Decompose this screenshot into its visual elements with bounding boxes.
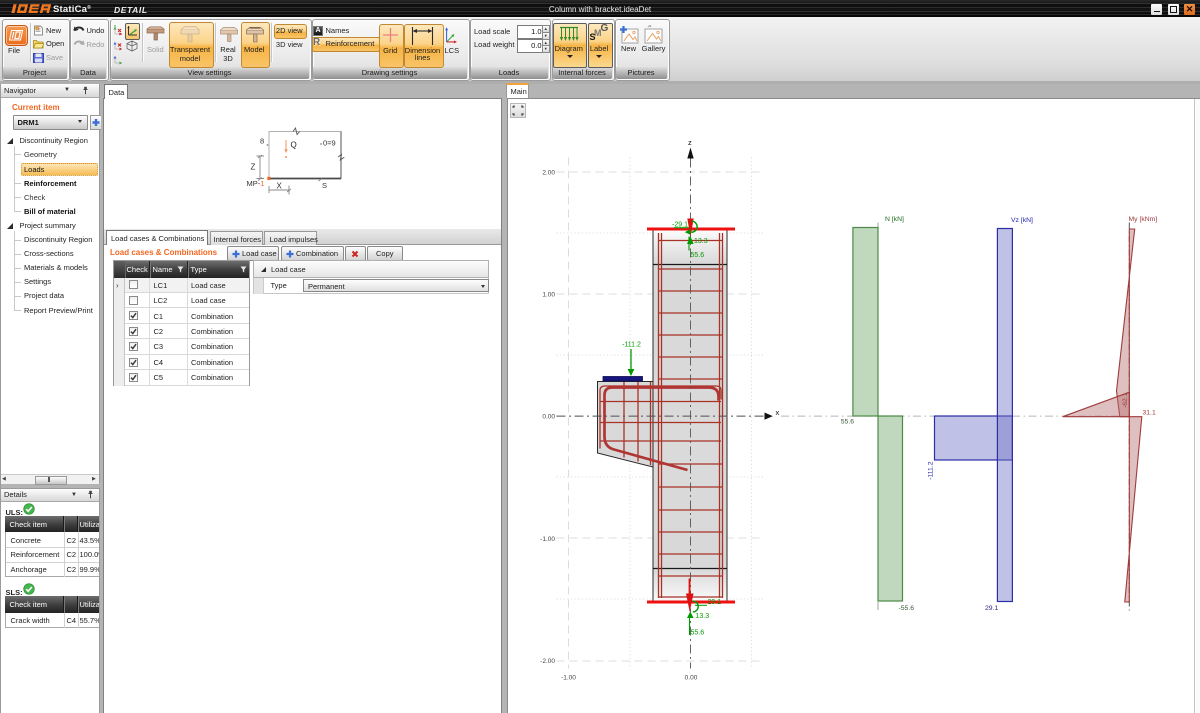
svg-text:x: x xyxy=(776,408,780,417)
svg-text:2.00: 2.00 xyxy=(542,169,555,176)
svg-text:My [kNm]: My [kNm] xyxy=(1129,216,1158,223)
svg-text:-55.6: -55.6 xyxy=(899,605,915,612)
svg-text:1.00: 1.00 xyxy=(542,291,555,298)
svg-text:55.6: 55.6 xyxy=(691,252,705,259)
svg-text:S: S xyxy=(322,181,327,190)
svg-text:-111.2: -111.2 xyxy=(928,461,935,479)
svg-text:29.1: 29.1 xyxy=(708,599,722,606)
svg-text:55.6: 55.6 xyxy=(691,629,705,636)
svg-text:MP-1: MP-1 xyxy=(247,179,265,188)
svg-text:-1.00: -1.00 xyxy=(561,674,576,681)
svg-text:0=9: 0=9 xyxy=(323,138,336,147)
svg-text:-111.2: -111.2 xyxy=(622,341,641,348)
svg-text:0.00: 0.00 xyxy=(542,413,555,420)
svg-text:-1.00: -1.00 xyxy=(540,535,555,542)
svg-text:55.6: 55.6 xyxy=(841,418,854,425)
svg-text:Z: Z xyxy=(251,162,256,171)
svg-text:X: X xyxy=(277,181,283,190)
svg-text:0.00: 0.00 xyxy=(685,674,698,681)
svg-text:-62.1: -62.1 xyxy=(1122,392,1129,408)
svg-text:z: z xyxy=(688,138,692,147)
svg-text:N [kN]: N [kN] xyxy=(885,216,904,223)
svg-text:31.1: 31.1 xyxy=(1143,409,1156,416)
svg-text:13.3: 13.3 xyxy=(694,238,708,245)
svg-text:8: 8 xyxy=(260,136,264,145)
svg-text:29.1: 29.1 xyxy=(985,605,998,612)
svg-text:Q: Q xyxy=(291,140,297,149)
svg-text:13.3: 13.3 xyxy=(696,613,710,620)
svg-text:-2.00: -2.00 xyxy=(540,658,555,665)
svg-text:Vz [kN]: Vz [kN] xyxy=(1011,217,1033,224)
